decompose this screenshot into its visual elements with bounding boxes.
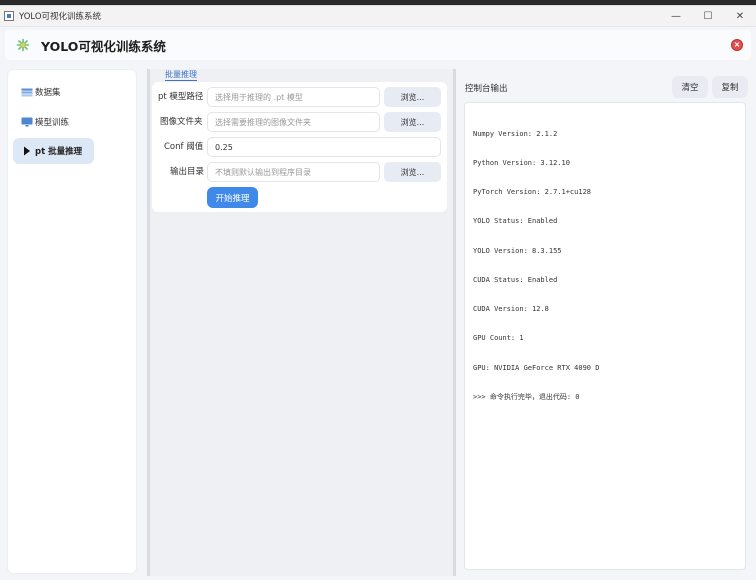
browse-image-dir-button[interactable]: 浏览... [384, 112, 441, 132]
model-path-label: pt 模型路径 [158, 92, 204, 102]
browse-output-dir-button[interactable]: 浏览... [384, 162, 441, 182]
console-line: YOLO Version: 8.3.155 [473, 246, 562, 255]
sidebar-item-label: 数据集 [35, 88, 61, 98]
console-line: GPU: NVIDIA GeForce RTX 4090 D [473, 363, 600, 372]
console-line: >>> 命令执行完毕，退出代码: 0 [473, 392, 580, 401]
output-dir-input[interactable]: 不填则默认输出到程序目录 [207, 162, 380, 182]
sidebar-item-dataset[interactable]: 数据集 [13, 80, 94, 104]
console-line: Numpy Version: 2.1.2 [473, 129, 558, 138]
console-output[interactable]: Numpy Version: 2.1.2 Python Version: 3.1… [464, 102, 746, 570]
minimize-button[interactable]: — [660, 6, 692, 27]
play-triangle-icon [21, 146, 33, 156]
window-controls: — ☐ ✕ [660, 6, 756, 27]
app-header: YOLO可视化训练系统 × [5, 30, 751, 60]
output-dir-label: 输出目录 [170, 167, 205, 177]
sidebar: 数据集 模型训练 pt 批量推理 [7, 69, 137, 574]
image-dir-input[interactable]: 选择需要推理的图像文件夹 [207, 112, 380, 132]
sidebar-item-pt-batch-inference[interactable]: pt 批量推理 [13, 138, 94, 164]
browse-model-button[interactable]: 浏览... [384, 87, 441, 107]
start-inference-button[interactable]: 开始推理 [207, 187, 258, 208]
monitor-icon [21, 117, 33, 127]
sidebar-item-label: pt 批量推理 [35, 147, 83, 157]
sidebar-item-label: 模型训练 [35, 118, 70, 128]
console-line: GPU Count: 1 [473, 334, 524, 343]
close-window-button[interactable]: ✕ [724, 6, 756, 27]
conf-input[interactable]: 0.25 [207, 137, 441, 157]
title-bar: YOLO可视化训练系统 — ☐ ✕ [0, 6, 756, 27]
console-line: Python Version: 3.12.10 [473, 158, 570, 167]
image-dir-label: 图像文件夹 [160, 117, 203, 127]
console-line: YOLO Status: Enabled [473, 217, 558, 226]
section-tab-batch-inference[interactable]: 批量推理 [165, 69, 197, 81]
model-path-input[interactable]: 选择用于推理的 .pt 模型 [207, 87, 380, 107]
sparkle-icon [15, 37, 31, 53]
window-title: YOLO可视化训练系统 [19, 12, 102, 22]
sidebar-item-model-training[interactable]: 模型训练 [13, 110, 94, 134]
page-title: YOLO可视化训练系统 [41, 38, 166, 54]
console-line: CUDA Status: Enabled [473, 275, 558, 284]
console-line: PyTorch Version: 2.7.1+cu128 [473, 188, 592, 196]
console-line: CUDA Version: 12.8 [473, 305, 549, 313]
close-circle-icon[interactable]: × [731, 39, 743, 51]
console-title: 控制台输出 [465, 84, 508, 94]
conf-label: Conf 阈值 [164, 142, 204, 152]
maximize-button[interactable]: ☐ [692, 6, 724, 27]
app-window: YOLO可视化训练系统 — ☐ ✕ YOLO可视化训练系统 × 数据集 模型训练… [0, 5, 756, 580]
clear-button[interactable]: 清空 [672, 76, 708, 98]
database-icon [21, 87, 33, 97]
copy-button[interactable]: 复制 [712, 76, 748, 98]
app-window-icon [4, 11, 14, 21]
